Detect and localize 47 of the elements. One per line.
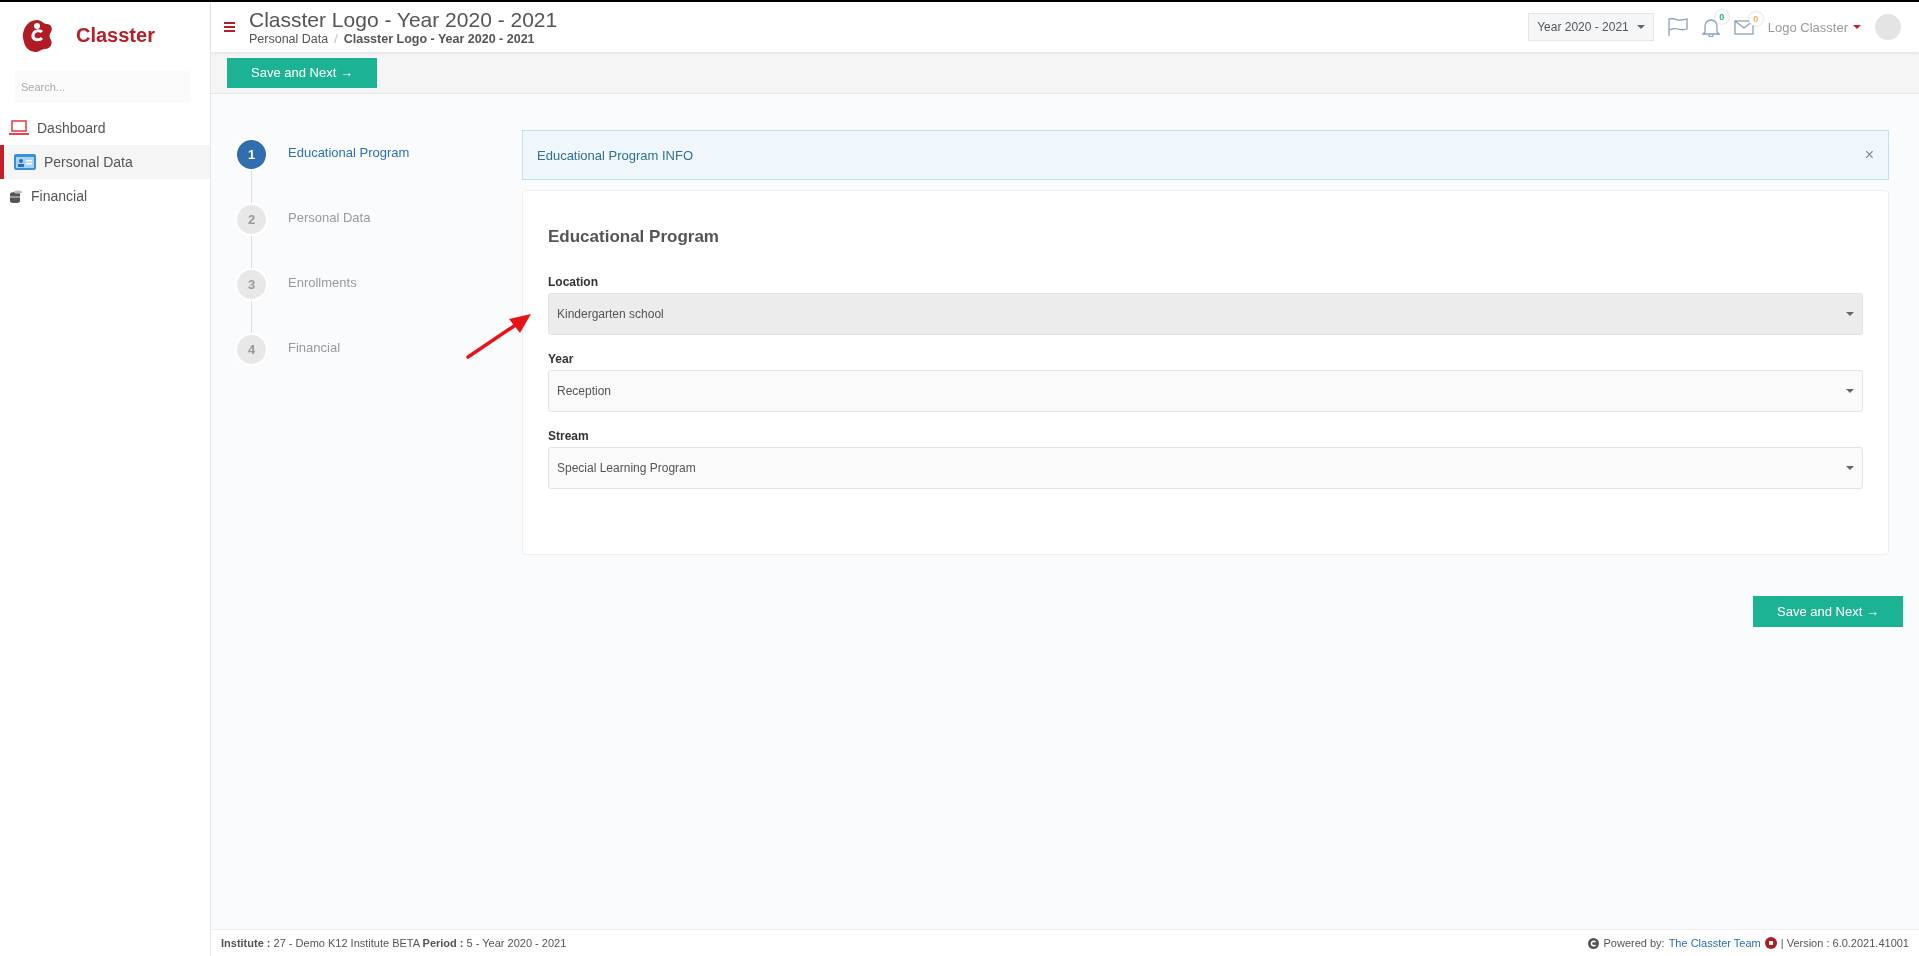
user-menu[interactable]: Logo Classter (1767, 19, 1861, 35)
laptop-icon (9, 120, 29, 136)
field-label: Stream (548, 429, 590, 443)
sidebar-item[interactable]: Personal Data (0, 145, 210, 179)
select-field[interactable]: Reception (548, 370, 1863, 412)
step-number[interactable]: 1 (235, 138, 268, 171)
step-label[interactable]: Financial (288, 333, 341, 355)
step-label[interactable]: Personal Data (288, 203, 371, 225)
powered-by-text: Powered by: (1603, 937, 1665, 949)
team-link[interactable]: The Classter Team (1668, 937, 1761, 949)
brand-name: Classter (76, 23, 155, 47)
flag-icon[interactable] (1667, 18, 1688, 36)
caret-icon (1846, 312, 1854, 316)
logo-icon (1764, 937, 1777, 949)
save-next-button[interactable]: Save and Next → (227, 57, 377, 88)
sidebar-item[interactable]: Dashboard (0, 111, 210, 145)
message-count: 0 (1748, 12, 1763, 26)
breadcrumb-link[interactable]: Personal Data (249, 32, 329, 46)
copyright-icon (1588, 937, 1600, 949)
period-select[interactable]: Year 2020 - 2021 (1528, 13, 1654, 41)
form-title: Educational Program (548, 227, 720, 247)
field-label: Location (548, 275, 599, 289)
close-button[interactable]: × (1864, 146, 1874, 164)
info-text: Educational Program INFO (537, 147, 694, 163)
caret-icon (1846, 466, 1854, 470)
menu-icon[interactable] (224, 22, 235, 32)
sidebar-item[interactable]: Financial (0, 179, 210, 213)
coins-icon (9, 189, 23, 203)
footer-info: Institute : 27 - Demo K12 Institute BETA Period : 5 - Year 2020 - 2021 (221, 937, 567, 949)
save-next-button[interactable]: Save and Next → (1753, 596, 1903, 627)
notification-count: 0 (1714, 10, 1729, 24)
select-field[interactable]: Special Learning Program (548, 447, 1863, 489)
field-label: Year (548, 352, 575, 366)
bell-icon[interactable] (1701, 17, 1720, 37)
search-field[interactable]: Search... (15, 71, 191, 103)
caret-icon (1853, 25, 1861, 29)
breadcrumb-separator: / (334, 32, 338, 46)
caret-icon (1636, 25, 1645, 29)
version-text: | Version : 6.0.2021.41001 (1780, 937, 1909, 949)
id-card-icon (14, 154, 36, 170)
breadcrumb-current: Classter Logo - Year 2020 - 2021 (343, 32, 535, 46)
page-title: Classter Logo - Year 2020 - 2021 (249, 8, 558, 32)
logo-icon (20, 17, 54, 53)
step-label[interactable]: Enrollments (288, 268, 357, 290)
envelope-icon[interactable] (1733, 19, 1754, 35)
caret-icon (1846, 389, 1854, 393)
step-label[interactable]: Educational Program (288, 138, 410, 160)
